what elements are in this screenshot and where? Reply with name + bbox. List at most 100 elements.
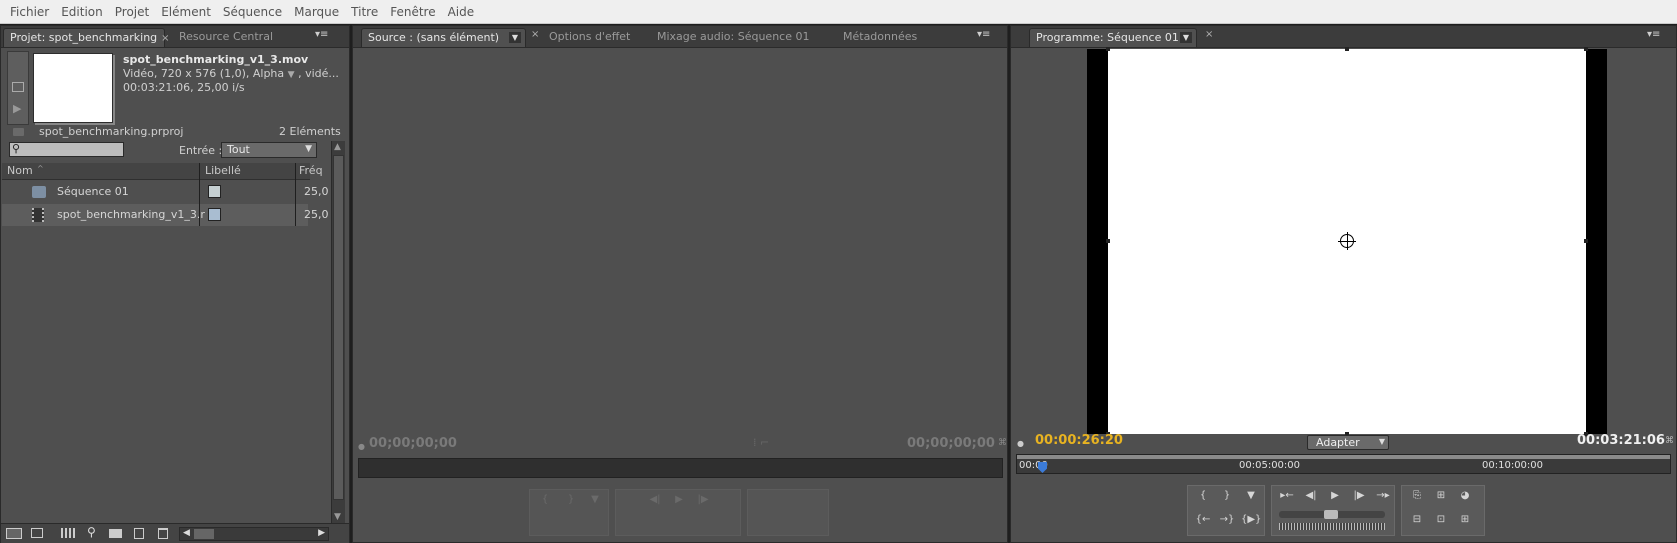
label-swatch[interactable] xyxy=(208,185,221,198)
shuttle-thumb[interactable] xyxy=(1324,510,1338,519)
go-to-prev-edit-button[interactable]: ▸← xyxy=(1277,487,1297,505)
go-to-next-edit-button[interactable]: →▸ xyxy=(1373,487,1393,505)
horizontal-scrollbar[interactable]: ◀ ▶ xyxy=(179,527,329,541)
column-divider[interactable] xyxy=(295,163,296,226)
column-freq[interactable]: Fréq xyxy=(299,164,323,177)
add-marker-button[interactable]: ▼ xyxy=(585,491,605,509)
poster-frame-icon[interactable] xyxy=(12,82,24,92)
scroll-left-icon[interactable]: ◀ xyxy=(183,528,190,538)
step-back-button[interactable]: ◀| xyxy=(1301,487,1321,505)
program-time-ruler[interactable]: 00:00 00:05:00:00 00:10:00:00 xyxy=(1016,454,1671,474)
scroll-right-icon[interactable]: ▶ xyxy=(318,528,325,538)
tab-metadonnees[interactable]: Métadonnées xyxy=(837,28,923,47)
menu-aide[interactable]: Aide xyxy=(442,0,481,24)
find-icon[interactable]: ⚲ xyxy=(87,525,96,539)
menu-edition[interactable]: Edition xyxy=(55,0,109,24)
handle-mr[interactable] xyxy=(1584,239,1588,243)
mark-out-button[interactable]: } xyxy=(561,491,581,509)
menu-element[interactable]: Elément xyxy=(155,0,217,24)
tab-program[interactable]: Programme: Séquence 01 ▼ xyxy=(1029,28,1197,47)
list-item[interactable]: spot_benchmarking_v1_3.r 25,0 xyxy=(2,204,329,226)
play-button[interactable]: ▶ xyxy=(1325,487,1345,505)
new-item-icon[interactable] xyxy=(134,528,144,539)
panel-menu-icon[interactable]: ▾≡ xyxy=(315,29,328,40)
clip-info-1-a: Vidéo, 720 x 576 (1,0), Alpha xyxy=(123,67,285,80)
source-time-ruler[interactable] xyxy=(358,458,1003,478)
chevron-down-icon[interactable]: ▼ xyxy=(509,32,521,43)
fit-dropdown[interactable]: Adapter ▼ xyxy=(1307,435,1389,450)
menu-titre[interactable]: Titre xyxy=(345,0,384,24)
panel-menu-icon[interactable]: ▾≡ xyxy=(1647,29,1660,40)
column-libelle[interactable]: Libellé xyxy=(205,164,241,177)
multicam-button[interactable]: ⊞ xyxy=(1455,511,1475,529)
safe-margins-button[interactable]: ⊞ xyxy=(1431,487,1451,505)
list-view-icon[interactable] xyxy=(6,528,22,539)
program-panel: Programme: Séquence 01 ▼ × ▾≡ ● 00:00:26… xyxy=(1010,25,1677,543)
item-name: Séquence 01 xyxy=(57,185,129,198)
ruler-zoom-bar[interactable] xyxy=(1017,455,1670,459)
vertical-scrollbar[interactable]: ▲ ▼ xyxy=(331,141,345,523)
automate-icon[interactable] xyxy=(61,528,75,538)
tab-options-effet[interactable]: Options d'effet xyxy=(543,28,636,47)
play-button[interactable]: ▶ xyxy=(669,491,689,509)
scroll-up-icon[interactable]: ▲ xyxy=(334,142,341,152)
mark-out-button[interactable]: } xyxy=(1217,487,1237,505)
settings-icon[interactable]: ⌘ xyxy=(998,438,1007,448)
tab-project[interactable]: Projet: spot_benchmarking × xyxy=(3,28,170,47)
tab-source[interactable]: Source : (sans élément) ▼ xyxy=(361,28,526,47)
go-to-in-button[interactable]: {← xyxy=(1193,511,1213,529)
preview-side-buttons: ▶ xyxy=(7,51,29,125)
scroll-down-icon[interactable]: ▼ xyxy=(334,512,341,522)
icon-view-icon[interactable] xyxy=(31,528,43,538)
column-nom[interactable]: Nom xyxy=(7,164,33,177)
new-bin-icon[interactable] xyxy=(109,529,122,538)
menu-fichier[interactable]: Fichier xyxy=(4,0,55,24)
handle-tm[interactable] xyxy=(1345,47,1349,51)
column-divider[interactable] xyxy=(199,163,200,226)
step-forward-button[interactable]: |▶ xyxy=(693,491,713,509)
output-button[interactable]: ◕ xyxy=(1455,487,1475,505)
step-back-button[interactable]: ◀| xyxy=(645,491,665,509)
mark-in-button[interactable]: { xyxy=(535,491,555,509)
source-viewer xyxy=(354,49,1006,459)
search-input[interactable]: ⚲ xyxy=(9,142,124,157)
lift-button[interactable]: ⎘ xyxy=(1407,487,1427,505)
chevron-down-icon[interactable]: ▼ xyxy=(288,70,295,80)
handle-tr[interactable] xyxy=(1584,47,1588,51)
handle-ml[interactable] xyxy=(1106,239,1110,243)
close-icon[interactable]: × xyxy=(1205,29,1213,40)
panel-menu-icon[interactable]: ▾≡ xyxy=(977,29,990,40)
menu-marque[interactable]: Marque xyxy=(288,0,345,24)
close-icon[interactable]: × xyxy=(161,33,169,44)
play-in-to-out-button[interactable]: {▶} xyxy=(1241,511,1261,529)
go-to-out-button[interactable]: →} xyxy=(1217,511,1237,529)
tab-mixage-audio[interactable]: Mixage audio: Séquence 01 xyxy=(651,28,815,47)
menu-sequence[interactable]: Séquence xyxy=(217,0,288,24)
chevron-down-icon[interactable]: ▼ xyxy=(1180,32,1192,43)
settings-icon[interactable]: ⌘ xyxy=(1665,436,1674,446)
shuttle-slider[interactable] xyxy=(1279,510,1385,519)
jog-wheel[interactable] xyxy=(1279,523,1385,530)
list-item[interactable]: Séquence 01 25,0 xyxy=(2,181,329,203)
extract-button[interactable]: ⊟ xyxy=(1407,511,1427,529)
step-forward-button[interactable]: |▶ xyxy=(1349,487,1369,505)
scroll-thumb[interactable] xyxy=(333,155,344,500)
entree-dropdown[interactable]: Tout ▼ xyxy=(221,142,317,158)
handle-tl[interactable] xyxy=(1106,47,1110,51)
trash-icon[interactable] xyxy=(158,528,168,539)
close-icon[interactable]: × xyxy=(531,29,539,40)
scroll-thumb[interactable] xyxy=(194,529,214,539)
add-marker-button[interactable]: ▼ xyxy=(1241,487,1261,505)
play-icon[interactable]: ▶ xyxy=(13,102,21,115)
playhead[interactable] xyxy=(1038,462,1047,473)
sort-icon[interactable]: ^ xyxy=(37,164,44,173)
menu-projet[interactable]: Projet xyxy=(109,0,155,24)
mark-in-button[interactable]: { xyxy=(1193,487,1213,505)
tab-resource-central[interactable]: Resource Central xyxy=(173,28,279,47)
label-swatch[interactable] xyxy=(208,208,221,221)
program-video-frame[interactable] xyxy=(1106,47,1588,436)
trim-button[interactable]: ⊡ xyxy=(1431,511,1451,529)
menu-fenetre[interactable]: Fenêtre xyxy=(384,0,441,24)
source-current-timecode[interactable]: 00;00;00;00 xyxy=(369,436,457,451)
program-current-timecode[interactable]: 00:00:26:20 xyxy=(1035,433,1123,448)
